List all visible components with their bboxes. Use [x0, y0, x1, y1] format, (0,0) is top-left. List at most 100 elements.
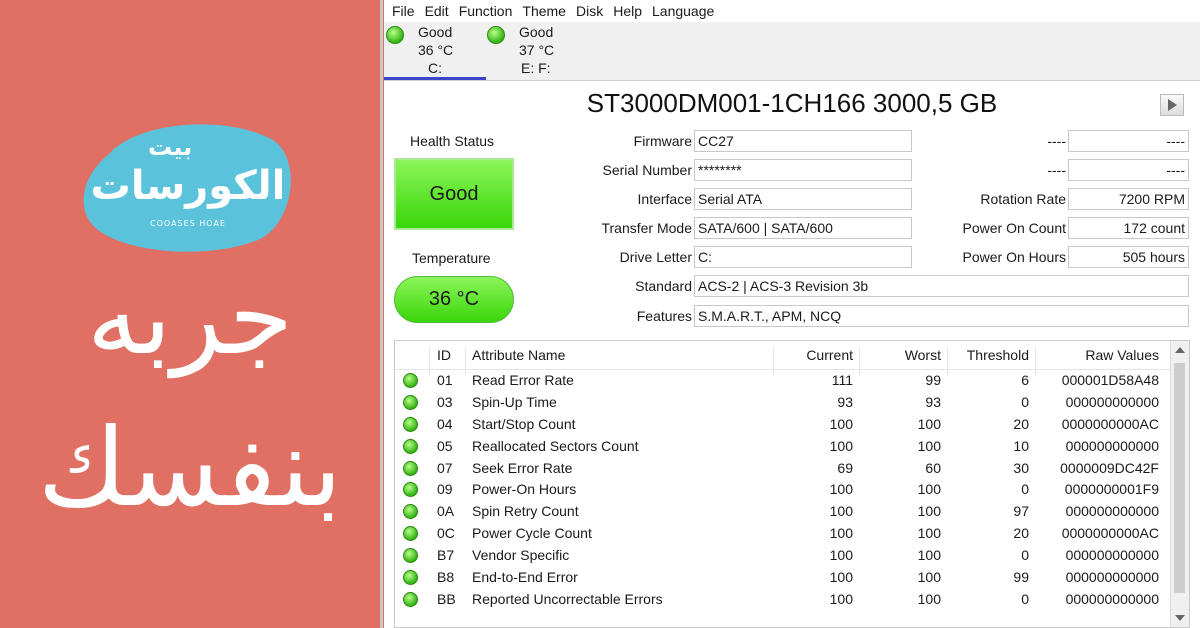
cell-worst: 99 [925, 372, 941, 388]
table-header: ID Attribute Name Current Worst Threshol… [395, 341, 1171, 375]
scroll-up-arrow-icon[interactable] [1175, 347, 1185, 353]
status-good-icon [403, 548, 418, 564]
menu-edit[interactable]: Edit [425, 3, 449, 19]
cell-id: 03 [437, 393, 453, 410]
play-arrow-icon [1168, 99, 1177, 111]
drive-status: Good [418, 24, 453, 40]
rotation-rate-label: Rotation Rate [980, 191, 1066, 207]
frame-divider [380, 0, 383, 628]
power-on-hours-label: Power On Hours [962, 249, 1066, 265]
temperature-badge[interactable]: 36 °C [394, 276, 514, 323]
cell-raw-value: 0000000001F9 [1064, 481, 1159, 498]
col-header-raw-values[interactable]: Raw Values [1035, 347, 1159, 363]
disk-model-title: ST3000DM001-1CH166 3000,5 GB [586, 88, 998, 118]
status-good-icon [403, 460, 418, 476]
interface-label: Interface [637, 191, 692, 207]
cell-id: 04 [437, 415, 453, 432]
drive-temp: 37 °C [519, 42, 555, 58]
table-row[interactable]: 01 Read Error Rate 111 99 6 000001D58A48 [395, 370, 1171, 392]
serial-number-label: Serial Number [602, 162, 692, 178]
menu-language[interactable]: Language [652, 3, 714, 19]
cell-raw-value: 0000000000AC [1061, 415, 1159, 432]
cell-attribute-name: Spin-Up Time [472, 393, 557, 410]
status-good-icon [403, 504, 418, 520]
menu-function[interactable]: Function [459, 3, 513, 19]
cell-threshold: 10 [1013, 437, 1029, 454]
table-row[interactable]: 03 Spin-Up Time 93 93 0 000000000000 [395, 392, 1171, 414]
table-scrollbar[interactable] [1170, 341, 1189, 627]
status-good-icon [403, 416, 418, 432]
table-body: 01 Read Error Rate 111 99 6 000001D58A48 03 Spi… [395, 370, 1171, 611]
cell-attribute-name: Power Cycle Count [472, 525, 592, 542]
next-disk-button[interactable] [1160, 94, 1184, 116]
col-header-worst[interactable]: Worst [861, 347, 941, 363]
banner-headline-line1: جربه [86, 256, 294, 378]
logo-subtitle: COOASES HOAE [150, 219, 226, 228]
transfer-mode-label: Transfer Mode [601, 220, 692, 236]
menu-disk[interactable]: Disk [576, 3, 603, 19]
logo-top-text: بيت [148, 133, 193, 161]
table-row[interactable]: B8 End-to-End Error 100 100 99 000000000000 [395, 567, 1171, 589]
menu-theme[interactable]: Theme [522, 3, 566, 19]
col-header-id[interactable]: ID [437, 347, 451, 363]
status-good-icon [403, 438, 418, 454]
promo-banner: بيت الكورسات COOASES HOAE جربه بنفسك [0, 0, 383, 628]
cell-current: 100 [829, 481, 853, 498]
cell-attribute-name: Reallocated Sectors Count [472, 437, 639, 454]
table-row[interactable]: 05 Reallocated Sectors Count 100 100 10 00000… [395, 436, 1171, 458]
col-header-current[interactable]: Current [775, 347, 853, 363]
table-row[interactable]: 0A Spin Retry Count 100 100 97 000000000000 [395, 501, 1171, 523]
drive-letter-value: C: [694, 246, 912, 268]
cell-current: 69 [837, 459, 853, 476]
cell-id: 05 [437, 437, 453, 454]
cell-threshold: 97 [1013, 503, 1029, 520]
cell-current: 111 [831, 372, 853, 388]
menu-bar: File Edit Function Theme Disk Help Langu… [384, 0, 1200, 22]
cell-current: 100 [829, 547, 853, 564]
cell-threshold: 20 [1013, 415, 1029, 432]
cell-attribute-name: Seek Error Rate [472, 459, 573, 476]
cell-current: 100 [829, 569, 853, 586]
menu-help[interactable]: Help [613, 3, 642, 19]
active-tab-indicator [384, 77, 486, 80]
table-row[interactable]: 09 Power-On Hours 100 100 0 0000000001F9 [395, 479, 1171, 501]
cell-threshold: 0 [1021, 547, 1029, 564]
standard-label: Standard [635, 278, 692, 294]
drive-tab-c[interactable]: Good 36 °C C: [384, 22, 486, 80]
table-row[interactable]: 04 Start/Stop Count 100 100 20 0000000000AC [395, 414, 1171, 436]
scroll-down-arrow-icon[interactable] [1175, 615, 1185, 621]
cell-current: 100 [829, 437, 853, 454]
cell-raw-value: 000001D58A48 [1061, 372, 1159, 388]
health-status-badge[interactable]: Good [394, 158, 514, 230]
table-row[interactable]: B7 Vendor Specific 100 100 0 000000000000 [395, 545, 1171, 567]
info-extra-label-1: ---- [1047, 133, 1066, 149]
cell-worst: 100 [917, 525, 941, 542]
cell-id: 01 [437, 372, 453, 388]
cell-attribute-name: Reported Uncorrectable Errors [472, 590, 663, 607]
table-row[interactable]: BB Reported Uncorrectable Errors 100 100 0 00… [395, 589, 1171, 611]
table-row[interactable]: 0C Power Cycle Count 100 100 20 0000000000AC [395, 523, 1171, 545]
cell-threshold: 0 [1021, 393, 1029, 410]
status-good-icon [386, 26, 404, 44]
info-extra-value-1: ---- [1068, 130, 1189, 152]
crystaldisk-window: File Edit Function Theme Disk Help Langu… [384, 0, 1200, 628]
drive-letter: E: F: [521, 60, 551, 76]
drive-letter-label: Drive Letter [619, 249, 692, 265]
cell-threshold: 6 [1021, 372, 1029, 388]
interface-value: Serial ATA [694, 188, 912, 210]
col-header-threshold[interactable]: Threshold [947, 347, 1029, 363]
menu-file[interactable]: File [392, 3, 415, 19]
drive-letter: C: [428, 60, 442, 76]
table-row[interactable]: 07 Seek Error Rate 69 60 30 0000009DC42F [395, 458, 1171, 480]
transfer-mode-value: SATA/600 | SATA/600 [694, 217, 912, 239]
cell-worst: 100 [917, 415, 941, 432]
drive-tab-e-f[interactable]: Good 37 °C E: F: [487, 22, 587, 80]
info-extra-label-2: ---- [1047, 162, 1066, 178]
logo-main-text: الكورسات [90, 163, 287, 209]
cell-threshold: 30 [1013, 459, 1029, 476]
cell-id: 0C [437, 525, 455, 542]
rotation-rate-value: 7200 RPM [1068, 188, 1189, 210]
col-header-attribute-name[interactable]: Attribute Name [472, 347, 565, 363]
features-value: S.M.A.R.T., APM, NCQ [694, 305, 1189, 327]
scrollbar-thumb[interactable] [1174, 363, 1185, 593]
